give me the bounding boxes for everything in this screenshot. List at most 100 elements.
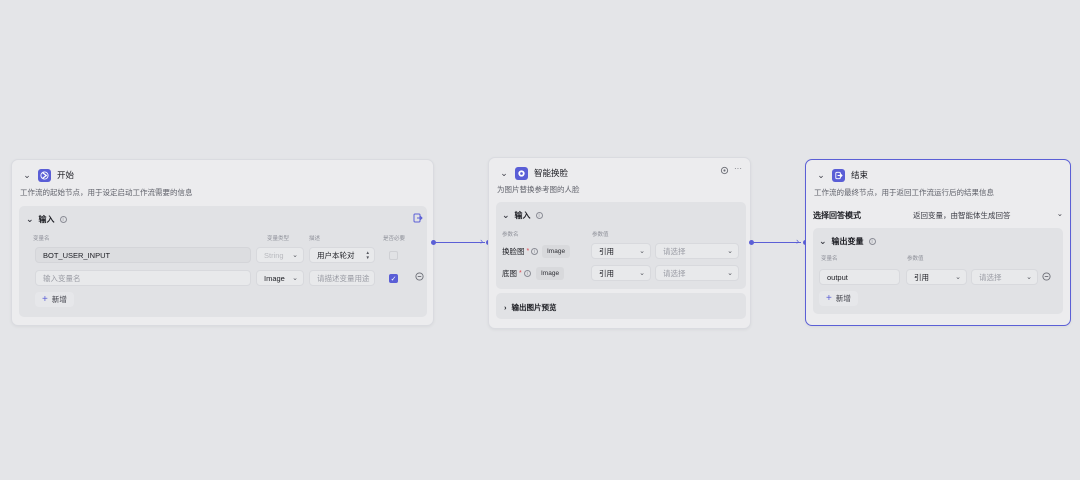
faceswap-node[interactable]: ⌄ 智能换脸 ··· 为图片替换参考图的人脸 ⌄ 输入 i 参数名 参数值 换脸… [488,157,751,329]
output-preview-panel[interactable]: › 输出图片预览 [496,293,746,319]
remove-icon[interactable] [415,272,424,283]
type-tag: Image [542,245,571,258]
column-required: 是否必要 [383,236,406,242]
input-panel: ⌄ 输入 i 变量名 变量类型 描述 是否必要 BOT_USER_INPUT S… [19,206,427,317]
node-description: 工作流的最终节点，用于返回工作流运行后的结果信息 [814,188,994,197]
output-section-header[interactable]: ⌄ 输出变量 i [819,236,876,247]
plus-icon: + [826,293,832,304]
ref-value-select[interactable]: 请选择 ⌄ [971,269,1038,285]
input-section-header[interactable]: ⌄ 输入 i [26,214,67,225]
input-section-header[interactable]: ⌄ 输入 i [502,210,543,221]
ref-mode-value: 引用 [599,246,614,256]
required-mark: * [519,270,522,277]
stepper-icon: ▲ ▼ [365,250,370,260]
node-description: 为图片替换参考图的人脸 [497,185,580,194]
ref-mode-value: 引用 [914,272,929,282]
ref-value-placeholder: 请选择 [663,268,686,278]
add-label: 新增 [835,294,851,303]
output-panel: ⌄ 输出变量 i 变量名 参数值 output 引用 ⌄ 请选择 ⌄ + 新增 [813,228,1063,314]
ref-value-select[interactable]: 请选择 ⌄ [655,243,739,259]
info-icon: i [523,270,531,277]
section-title: 输入 [514,211,531,220]
info-icon: i [531,248,539,255]
chevron-down-icon: ⌄ [1056,209,1063,218]
add-label: 新增 [51,295,67,304]
start-node-header: ⌄ 开始 [22,167,74,183]
add-variable-button[interactable]: + 新增 [35,292,74,307]
chevron-down-icon: ⌄ [727,270,733,277]
column-var-type: 变量类型 [267,236,290,242]
var-type-select[interactable]: Image ⌄ [256,270,304,286]
chevron-down-icon: ⌄ [727,248,733,255]
more-icon[interactable]: ··· [734,164,742,173]
connection-line [435,242,485,243]
connection-line [753,242,801,243]
add-output-button[interactable]: + 新增 [819,291,858,306]
var-name-input[interactable]: 输入变量名 [35,270,251,286]
column-param-value: 参数值 [907,256,924,262]
required-mark: * [526,248,530,255]
answer-mode-value: 返回变量，由智能体生成回答 [913,211,1011,220]
collapse-chevron-icon[interactable]: ⌄ [499,168,509,179]
info-icon: i [868,238,876,245]
ref-value-select[interactable]: 请选择 ⌄ [655,265,739,281]
output-var-name-field[interactable]: output [819,269,900,285]
param-label: 底图 * i [502,268,531,279]
output-preview-title: 输出图片预览 [511,303,557,312]
answer-mode-select[interactable]: 返回变量，由智能体生成回答 ⌄ [913,209,1063,221]
section-title: 输出变量 [831,237,864,246]
var-desc-field[interactable]: 用户本轮对 ▲ ▼ [309,247,375,263]
arrow-icon: › [796,236,799,246]
ref-mode-select[interactable]: 引用 ⌄ [591,265,651,281]
import-icon[interactable] [413,213,423,225]
column-desc: 描述 [309,236,321,242]
end-node-icon [832,168,845,182]
section-title: 输入 [38,215,55,224]
end-node-header: ⌄ 结束 [816,167,868,183]
answer-mode-label: 选择回答模式 [813,211,861,220]
collapse-chevron-icon[interactable]: ⌄ [816,170,826,181]
section-chevron-icon[interactable]: ⌄ [819,236,827,247]
start-node-icon [38,168,51,182]
param-label-text: 底图 [502,269,517,278]
node-title: 结束 [851,170,869,180]
var-type-select[interactable]: String ⌄ [256,247,304,263]
var-desc-input[interactable]: 请描述变量用途 [309,270,375,286]
settings-icon[interactable] [720,166,729,177]
var-name-field[interactable]: BOT_USER_INPUT [35,247,251,263]
end-node[interactable]: ⌄ 结束 工作流的最终节点，用于返回工作流运行后的结果信息 选择回答模式 返回变… [805,159,1071,326]
faceswap-node-header: ⌄ 智能换脸 [499,165,568,181]
node-title: 开始 [57,170,75,180]
chevron-right-icon: › [504,303,507,312]
var-type-value: Image [264,273,285,283]
ref-value-placeholder: 请选择 [979,272,1002,282]
column-var-name: 变量名 [821,256,838,262]
column-var-name: 变量名 [33,236,50,242]
input-panel: ⌄ 输入 i 参数名 参数值 换脸图 * i Image 引用 ⌄ 请选择 ⌄ … [496,202,746,289]
output-preview-header[interactable]: › 输出图片预览 [504,302,557,313]
chevron-down-icon: ⌄ [639,270,645,277]
arrow-icon: › [480,236,483,246]
section-chevron-icon[interactable]: ⌄ [502,210,510,221]
chevron-down-icon: ⌄ [955,274,961,281]
column-param-value: 参数值 [592,232,609,238]
remove-icon[interactable] [1042,272,1051,283]
ref-mode-select[interactable]: 引用 ⌄ [906,269,967,285]
var-type-value: String [264,250,284,260]
node-description: 工作流的起始节点，用于设定启动工作流需要的信息 [20,188,193,197]
start-node[interactable]: ⌄ 开始 工作流的起始节点，用于设定启动工作流需要的信息 ⌄ 输入 i 变量名 … [11,159,434,326]
var-desc-value: 用户本轮对 [317,250,355,260]
collapse-chevron-icon[interactable]: ⌄ [22,170,32,181]
required-checkbox[interactable]: ✓ [389,274,398,283]
info-icon: i [59,216,67,223]
type-tag: Image [536,267,565,280]
param-label-text: 换脸图 [502,247,525,256]
param-label: 换脸图 * i [502,246,539,257]
section-chevron-icon[interactable]: ⌄ [26,214,34,225]
column-param-name: 参数名 [502,232,519,238]
chevron-down-icon: ⌄ [639,248,645,255]
plus-icon: + [42,294,48,305]
ref-mode-value: 引用 [599,268,614,278]
chevron-down-icon: ⌄ [292,275,298,282]
ref-mode-select[interactable]: 引用 ⌄ [591,243,651,259]
